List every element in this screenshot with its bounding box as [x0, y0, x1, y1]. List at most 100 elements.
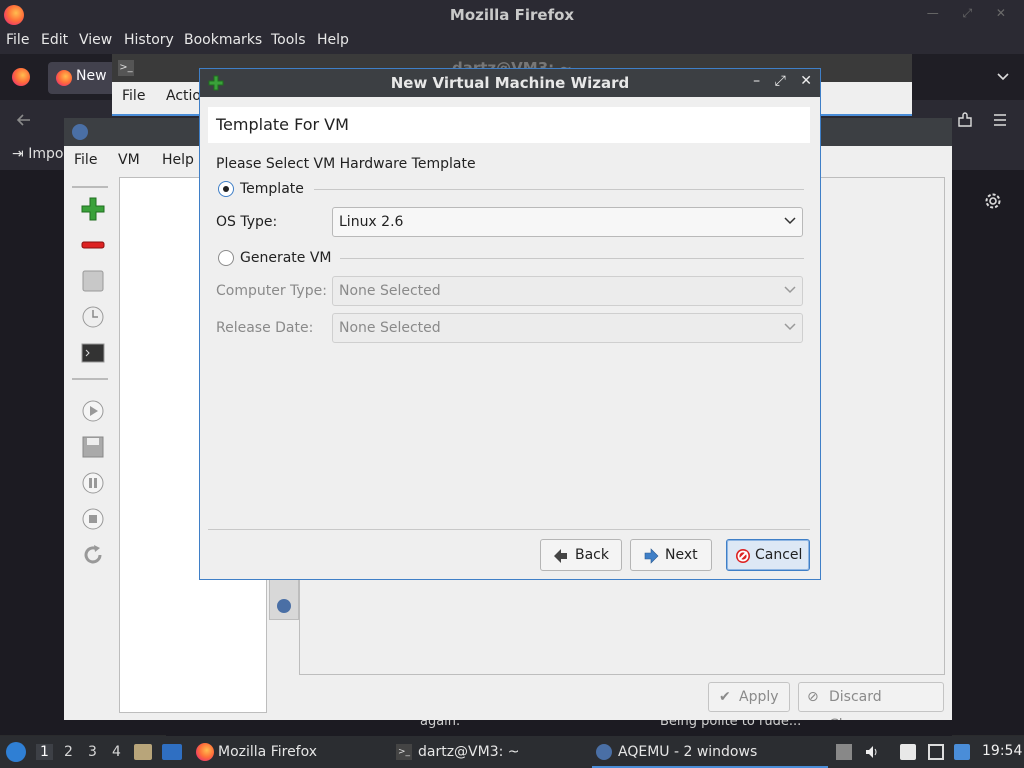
firefox-view-icon[interactable]	[12, 68, 30, 86]
start-menu-icon[interactable]	[6, 742, 26, 762]
volume-icon[interactable]	[864, 744, 880, 760]
start-vm-icon[interactable]	[80, 398, 106, 424]
generate-vm-label[interactable]: Generate VM	[240, 250, 332, 266]
firefox-menu-bookmarks[interactable]: Bookmarks	[184, 32, 262, 48]
firefox-window-controls[interactable]: — ⤢ ✕	[927, 6, 1016, 21]
aqemu-menu-vm[interactable]: VM	[118, 152, 140, 168]
minimize-icon[interactable]: –	[753, 73, 760, 89]
firefox-menu-help[interactable]: Help	[317, 32, 349, 48]
chevron-down-icon	[784, 217, 796, 225]
apply-button[interactable]: ✔ Apply	[708, 682, 790, 712]
network-icon[interactable]	[928, 744, 944, 760]
add-vm-icon[interactable]	[80, 196, 106, 222]
workspace-2[interactable]: 2	[64, 744, 73, 760]
separator	[340, 258, 804, 259]
tab-list-chevron-icon[interactable]	[996, 70, 1010, 84]
terminal-menu-file[interactable]: File	[122, 88, 145, 104]
file-manager-icon[interactable]	[134, 744, 152, 760]
close-icon[interactable]: ✕	[800, 73, 812, 89]
aqemu-toolbar	[70, 176, 118, 596]
settings-gear-icon[interactable]	[984, 192, 1002, 210]
computer-type-label: Computer Type:	[216, 283, 327, 299]
bluetooth-icon[interactable]	[954, 744, 970, 760]
workspace-1[interactable]: 1	[36, 744, 53, 760]
maximize-icon[interactable]: ⤢	[775, 73, 786, 89]
wizard-page-header: Template For VM	[208, 107, 810, 143]
workspace-3[interactable]: 3	[88, 744, 97, 760]
chevron-down-icon	[784, 286, 796, 294]
firefox-titlebar: Mozilla Firefox — ⤢ ✕	[0, 0, 1024, 30]
computer-type-select[interactable]: None Selected	[332, 276, 803, 306]
delete-vm-icon[interactable]	[80, 232, 106, 258]
status-right-text: Being polite to rude...	[660, 720, 802, 729]
firefox-menubar: File Edit View History Bookmarks Tools H…	[0, 30, 1024, 54]
task-terminal[interactable]: >_ dartz@VM3: ~	[394, 736, 584, 768]
firefox-menu-history[interactable]: History	[124, 32, 174, 48]
import-icon: ⇥	[12, 146, 24, 162]
firefox-menu-file[interactable]: File	[6, 32, 29, 48]
firefox-window-title: Mozilla Firefox	[449, 6, 575, 24]
terminal-menu-actions[interactable]: Actio	[166, 88, 201, 104]
os-type-value: Linux 2.6	[339, 214, 404, 230]
aqemu-menu-file[interactable]: File	[74, 152, 97, 168]
save-vm-icon[interactable]	[80, 434, 106, 460]
tab-label: New	[76, 68, 107, 84]
release-date-select[interactable]: None Selected	[332, 313, 803, 343]
firefox-menu-edit[interactable]: Edit	[41, 32, 68, 48]
import-bookmarks-label: Impo	[28, 146, 64, 162]
vm-settings-icon[interactable]	[80, 268, 106, 294]
task-firefox-label: Mozilla Firefox	[218, 744, 318, 760]
release-date-label: Release Date:	[216, 320, 314, 336]
next-button[interactable]: Next	[630, 539, 712, 571]
taskbar: 1 2 3 4 Mozilla Firefox >_ dartz@VM3: ~ …	[0, 736, 1024, 768]
firefox-icon	[196, 743, 214, 761]
back-label: Back	[575, 547, 609, 563]
discard-changes-button[interactable]: ⊘ Discard Changes	[798, 682, 944, 733]
console-icon[interactable]	[80, 340, 106, 366]
computer-type-value: None Selected	[339, 283, 441, 299]
extensions-icon[interactable]	[956, 111, 974, 129]
apply-check-icon: ✔	[719, 689, 731, 705]
next-label: Next	[665, 547, 698, 563]
clipboard-icon[interactable]	[900, 744, 916, 760]
terminal-icon: >_	[118, 60, 134, 76]
reset-vm-icon[interactable]	[80, 542, 106, 568]
pause-vm-icon[interactable]	[80, 470, 106, 496]
import-bookmarks-link[interactable]: ⇥ Impo	[12, 146, 63, 162]
aqemu-side-tab[interactable]	[269, 576, 299, 620]
back-button[interactable]: Back	[540, 539, 622, 571]
firefox-menu-view[interactable]: View	[79, 32, 112, 48]
chevron-down-icon	[784, 323, 796, 331]
apply-label: Apply	[739, 689, 779, 705]
discard-icon: ⊘	[807, 689, 819, 705]
aqemu-menu-help[interactable]: Help	[162, 152, 194, 168]
hamburger-menu-icon[interactable]	[992, 112, 1008, 128]
os-type-label: OS Type:	[216, 214, 278, 230]
os-type-select[interactable]: Linux 2.6	[332, 207, 803, 237]
status-left-text: again.	[420, 720, 461, 729]
back-arrow-icon[interactable]	[16, 112, 32, 128]
template-radio-label[interactable]: Template	[240, 181, 304, 197]
back-arrow-icon	[554, 549, 567, 563]
eject-icon[interactable]	[836, 744, 852, 760]
task-aqemu[interactable]: AQEMU - 2 windows	[592, 736, 828, 768]
side-tab-globe-icon	[277, 599, 291, 613]
new-vm-wizard-dialog: New Virtual Machine Wizard – ⤢ ✕ Templat…	[199, 68, 821, 580]
wizard-title: New Virtual Machine Wizard	[390, 74, 630, 92]
template-radio[interactable]	[218, 181, 234, 197]
task-aqemu-label: AQEMU - 2 windows	[618, 744, 758, 760]
aqemu-icon	[596, 744, 612, 760]
page-title: Template For VM	[216, 115, 349, 134]
workspace-4[interactable]: 4	[112, 744, 121, 760]
show-desktop-icon[interactable]	[162, 744, 182, 760]
clock: 19:54	[982, 743, 1023, 759]
stop-vm-icon[interactable]	[80, 506, 106, 532]
firefox-tab[interactable]: New	[48, 62, 118, 94]
firefox-menu-tools[interactable]: Tools	[271, 32, 306, 48]
cancel-button[interactable]: Cancel	[726, 539, 810, 571]
task-terminal-label: dartz@VM3: ~	[418, 744, 520, 760]
clock-icon[interactable]	[80, 304, 106, 330]
generate-vm-radio[interactable]	[218, 250, 234, 266]
tab-favicon-icon	[56, 70, 72, 86]
task-firefox[interactable]: Mozilla Firefox	[194, 736, 380, 768]
